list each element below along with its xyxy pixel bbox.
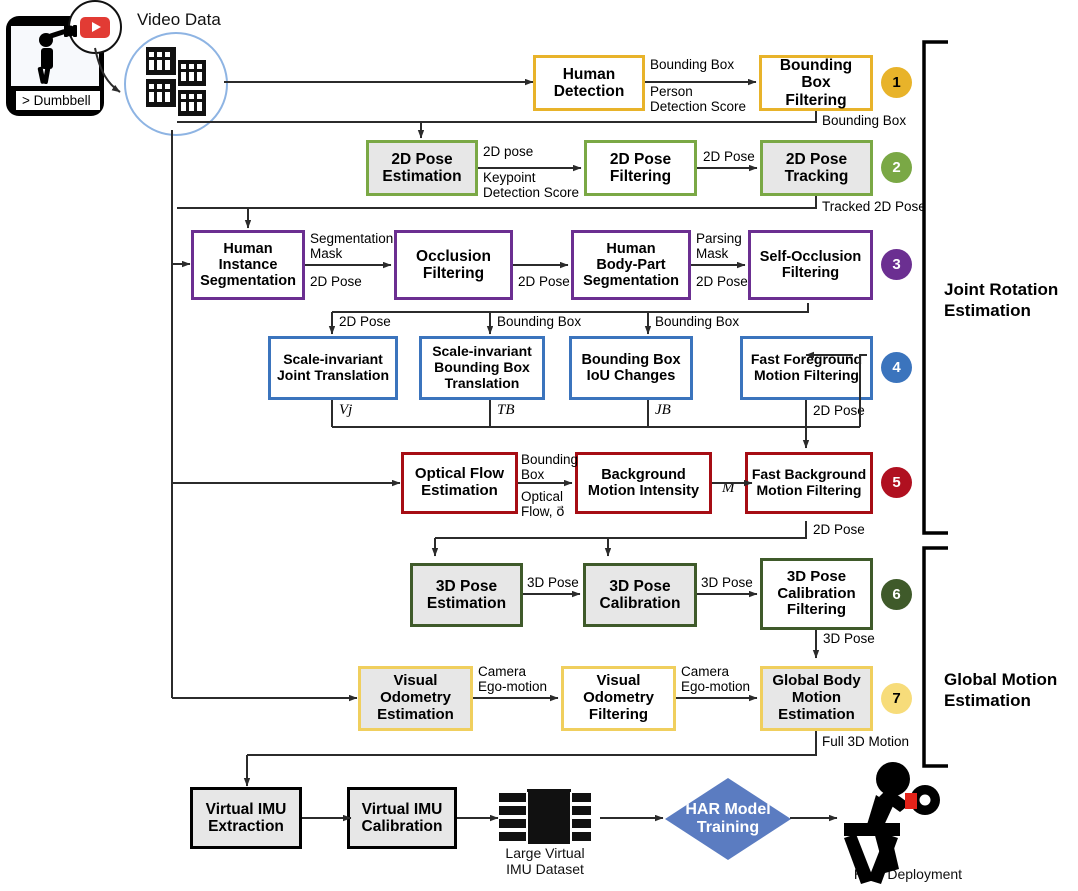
pipeline-diagram: > Dumbbell Video Data Human Detection Bo… [0, 0, 1078, 891]
film-strips-icon [146, 47, 206, 116]
